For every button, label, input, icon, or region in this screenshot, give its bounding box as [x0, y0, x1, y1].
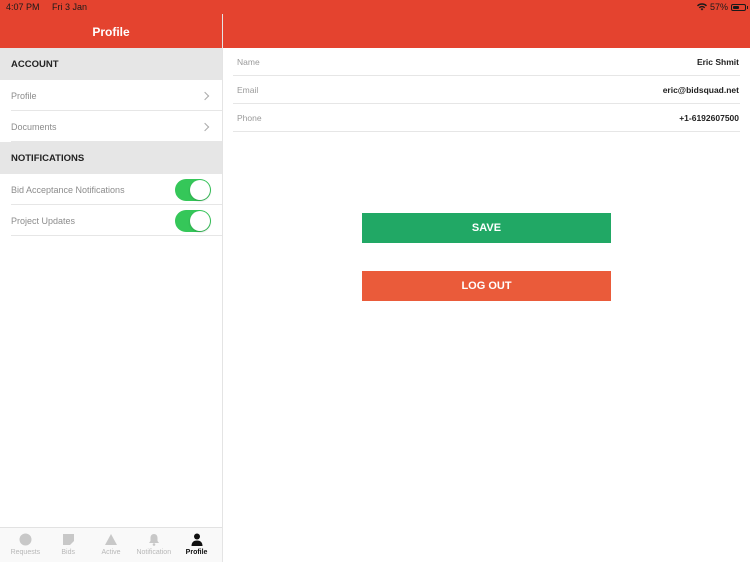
- bell-icon: [148, 533, 159, 546]
- app: 4:07 PM Fri 3 Jan 57% Profile ACCOUNT Pr…: [0, 0, 750, 562]
- tab-notification[interactable]: Notification: [133, 528, 175, 562]
- sidebar-item-label: Profile: [11, 90, 37, 101]
- name-value[interactable]: Eric Shmit: [697, 57, 740, 67]
- tab-label: Active: [101, 549, 121, 556]
- sidebar-item-label: Documents: [11, 121, 57, 132]
- setting-project-updates: Project Updates: [0, 205, 222, 236]
- bid-acceptance-toggle[interactable]: [175, 178, 211, 201]
- battery-percent: 57%: [709, 2, 728, 12]
- setting-bid-acceptance-notifications: Bid Acceptance Notifications: [0, 174, 222, 205]
- field-label: Phone: [237, 112, 262, 123]
- wifi-icon: [696, 3, 707, 11]
- battery-icon: [731, 3, 748, 11]
- status-date: Fri 3 Jan: [52, 2, 88, 12]
- tab-label: Profile: [185, 549, 208, 556]
- save-button[interactable]: SAVE: [362, 213, 611, 243]
- split-divider: [222, 0, 223, 562]
- tab-active[interactable]: Active: [90, 528, 132, 562]
- tab-bar: Requests Bids Active Notification Profil…: [0, 527, 222, 562]
- project-updates-toggle[interactable]: [175, 209, 211, 232]
- chevron-right-icon: [200, 91, 210, 100]
- tab-bids[interactable]: Bids: [47, 528, 89, 562]
- tab-requests[interactable]: Requests: [4, 528, 46, 562]
- sidebar-item-profile[interactable]: Profile: [0, 80, 222, 111]
- profile-detail: Name Eric Shmit Email eric@bidsquad.net …: [223, 48, 750, 132]
- section-header-notifications: NOTIFICATIONS: [0, 142, 222, 174]
- setting-label: Project Updates: [11, 215, 76, 226]
- field-label: Name: [237, 56, 260, 67]
- status-time: 4:07 PM: [6, 2, 40, 12]
- phone-value[interactable]: +1-6192607500: [679, 113, 740, 123]
- tab-profile[interactable]: Profile: [176, 528, 218, 562]
- status-bar: 4:07 PM Fri 3 Jan 57%: [0, 0, 750, 14]
- name-field[interactable]: Name Eric Shmit: [233, 48, 740, 76]
- tab-label: Notification: [136, 549, 172, 556]
- sidebar: ACCOUNT Profile Documents NOTIFICATIONS …: [0, 48, 222, 236]
- email-field[interactable]: Email eric@bidsquad.net: [233, 76, 740, 104]
- sidebar-title: Profile: [92, 25, 130, 39]
- email-value[interactable]: eric@bidsquad.net: [663, 85, 740, 95]
- toggle-knob: [190, 179, 210, 200]
- tab-label: Requests: [10, 549, 41, 556]
- circle-icon: [19, 533, 32, 545]
- section-header-account: ACCOUNT: [0, 48, 222, 80]
- field-label: Email: [237, 84, 259, 95]
- sidebar-item-documents[interactable]: Documents: [0, 111, 222, 142]
- logout-button[interactable]: LOG OUT: [362, 271, 611, 301]
- chat-bubble-icon: [62, 533, 74, 545]
- triangle-icon: [104, 533, 117, 545]
- person-icon: [191, 533, 203, 546]
- toggle-knob: [190, 210, 210, 231]
- chevron-right-icon: [200, 122, 210, 131]
- phone-field[interactable]: Phone +1-6192607500: [233, 104, 740, 132]
- tab-label: Bids: [61, 549, 75, 556]
- setting-label: Bid Acceptance Notifications: [11, 184, 125, 195]
